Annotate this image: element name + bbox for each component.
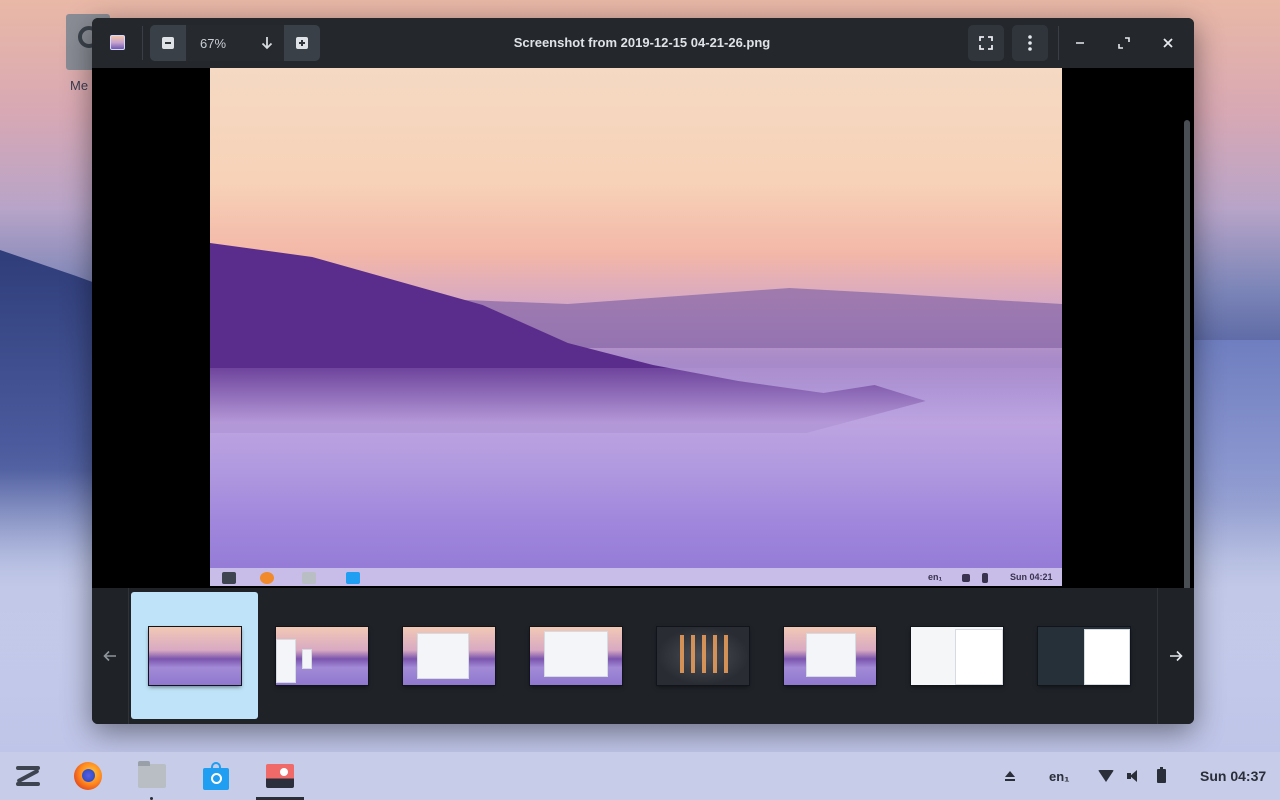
zoom-in-button[interactable]: [284, 25, 320, 61]
vertical-scrollbar[interactable]: [1184, 120, 1190, 616]
thumbnail-image: [148, 626, 241, 685]
image-taskbar: en₁ Sun 04:21: [210, 568, 1062, 586]
minimize-button[interactable]: [1062, 25, 1098, 61]
eject-button[interactable]: [1004, 752, 1016, 800]
zorin-icon: [15, 765, 41, 787]
thumbnail-image: [402, 626, 495, 685]
thumbnail-2[interactable]: [258, 592, 385, 719]
divider: [142, 26, 143, 60]
thumb-window: [1083, 628, 1130, 685]
software-launcher[interactable]: [200, 760, 232, 792]
kebab-menu-icon: [1028, 35, 1032, 51]
thumbnail-image: [783, 626, 876, 685]
image-files-icon: [302, 572, 316, 584]
image-battery-icon: [982, 573, 988, 583]
thumbnail-image: [275, 626, 368, 685]
thumbnail-5[interactable]: [639, 592, 766, 719]
image-canvas[interactable]: en₁ Sun 04:21: [92, 68, 1194, 616]
thumbnail-6[interactable]: [766, 592, 893, 719]
software-store-icon: [203, 761, 229, 790]
thumbnail-image: [529, 626, 622, 685]
firefox-launcher[interactable]: [72, 760, 104, 792]
thumb-window: [543, 630, 608, 677]
zoom-control: [150, 25, 320, 61]
next-image-button[interactable]: [1158, 588, 1194, 724]
clock[interactable]: Sun 04:37: [1200, 752, 1266, 800]
thumb-window: [954, 628, 1003, 685]
taskbar: en₁ Sun 04:37: [0, 752, 1280, 800]
divider: [1058, 26, 1059, 60]
thumbnail-bar: [92, 588, 1194, 724]
thumbnail-image: [656, 626, 749, 685]
image-viewer-app-icon: [110, 35, 125, 50]
thumbnail-image: [1037, 626, 1130, 685]
displayed-image: en₁ Sun 04:21: [210, 68, 1062, 586]
keyboard-layout-indicator[interactable]: en₁: [1049, 752, 1070, 800]
thumbnail-strip: [128, 588, 1158, 724]
minus-icon: [162, 37, 174, 49]
arrow-right-icon: [1170, 650, 1183, 662]
thumb-window: [805, 632, 856, 677]
menu-button[interactable]: [1012, 25, 1048, 61]
thumbnail-4[interactable]: [512, 592, 639, 719]
thumbnail-3[interactable]: [385, 592, 512, 719]
plus-icon: [296, 37, 308, 49]
fullscreen-button[interactable]: [968, 25, 1004, 61]
thumbnail-1[interactable]: [131, 592, 258, 719]
volume-button[interactable]: [1127, 752, 1141, 800]
thumbnail-image: [910, 626, 1003, 685]
previous-image-button[interactable]: [92, 588, 128, 724]
image-volume-icon: [962, 574, 970, 582]
zoom-dropdown-arrow-icon[interactable]: [258, 34, 276, 52]
battery-button[interactable]: [1157, 752, 1166, 800]
zorin-menu-button[interactable]: [12, 760, 44, 792]
maximize-button[interactable]: [1106, 25, 1142, 61]
folder-icon: [138, 761, 166, 788]
window-title: Screenshot from 2019-12-15 04-21-26.png: [513, 35, 771, 50]
maximize-icon: [1118, 37, 1130, 49]
arrow-left-icon: [103, 650, 116, 662]
fullscreen-icon: [979, 36, 993, 50]
image-firefox-icon: [260, 572, 274, 584]
thumbnail-8[interactable]: [1020, 592, 1147, 719]
firefox-icon: [74, 762, 102, 790]
battery-icon: [1157, 767, 1166, 783]
zorin-icon-bar: [16, 782, 40, 786]
files-launcher[interactable]: [136, 760, 168, 792]
close-button[interactable]: [1150, 25, 1186, 61]
minimize-icon: [1076, 42, 1084, 44]
thumb-window: [275, 638, 296, 683]
image-viewer-icon: [266, 764, 294, 788]
titlebar: Screenshot from 2019-12-15 04-21-26.png: [92, 18, 1194, 68]
zoom-out-button[interactable]: [150, 25, 186, 61]
image-lang: en₁: [928, 572, 943, 582]
image-viewer-launcher[interactable]: [264, 760, 296, 792]
thumb-window: [416, 632, 469, 679]
network-button[interactable]: [1098, 752, 1114, 800]
image-clock: Sun 04:21: [1010, 572, 1053, 582]
globe-icon: [211, 772, 222, 784]
image-viewer-window: Screenshot from 2019-12-15 04-21-26.png: [92, 18, 1194, 724]
volume-icon: [1127, 769, 1141, 783]
wifi-icon: [1098, 770, 1114, 782]
thumb-window: [301, 648, 312, 669]
thumbnail-7[interactable]: [893, 592, 1020, 719]
image-software-icon: [346, 572, 360, 584]
image-fog: [210, 368, 1062, 586]
close-icon: [1163, 38, 1173, 48]
image-zorin-icon: [222, 572, 236, 584]
thumb-app-grid: [676, 634, 729, 673]
eject-icon: [1005, 771, 1015, 781]
desktop-icon-label: Me: [70, 78, 89, 93]
